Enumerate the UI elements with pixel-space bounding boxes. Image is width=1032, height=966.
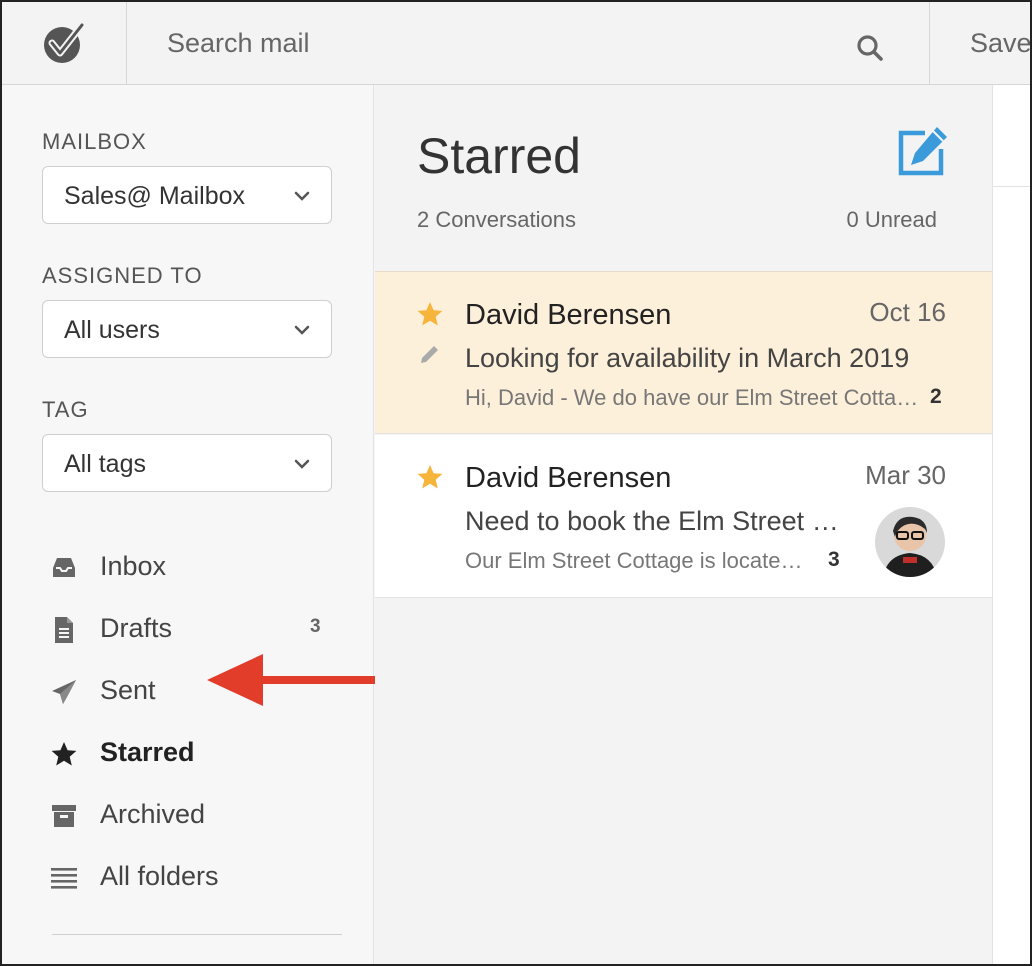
- mailbox-select[interactable]: Sales@ Mailbox: [42, 166, 332, 224]
- sidebar-item-label: Starred: [100, 737, 195, 767]
- assigned-to-label: ASSIGNED TO: [42, 263, 203, 288]
- unread-count: 0 Unread: [846, 207, 937, 232]
- star-icon: [51, 742, 77, 766]
- tag-select[interactable]: All tags: [42, 434, 332, 492]
- divider: [993, 186, 1030, 187]
- assigned-to-select-value: All users: [64, 316, 160, 344]
- sidebar-item-label: Drafts: [100, 613, 173, 643]
- sidebar-item-inbox[interactable]: Inbox: [42, 544, 342, 592]
- sidebar-item-label: All folders: [100, 861, 219, 891]
- archive-box-icon: [52, 805, 76, 827]
- sender-name: David Berensen: [465, 462, 672, 494]
- page-title: Starred: [417, 128, 581, 184]
- reading-pane: [992, 85, 1030, 964]
- assigned-to-select[interactable]: All users: [42, 300, 332, 358]
- conversation-list: Starred 2 Conversations 0 Unread David B…: [375, 85, 992, 964]
- drafts-count-badge: 3: [310, 616, 321, 637]
- star-icon[interactable]: [416, 300, 444, 328]
- chevron-down-icon: [294, 325, 310, 335]
- paper-plane-icon: [52, 680, 76, 704]
- sidebar-item-label: Archived: [100, 799, 206, 829]
- sidebar-item-starred[interactable]: Starred: [42, 730, 342, 778]
- sidebar-item-archived[interactable]: Archived: [42, 792, 342, 840]
- saved-label: Saved: [970, 28, 1032, 58]
- sender-name: David Berensen: [465, 299, 672, 331]
- logo[interactable]: [2, 2, 127, 84]
- message-count: 3: [828, 548, 840, 571]
- sidebar-item-label: Inbox: [100, 551, 167, 581]
- chevron-down-icon: [294, 459, 310, 469]
- app-window: Search mail Saved MAILBOX Sales@ Mailbox…: [0, 0, 1032, 966]
- list-icon: [51, 868, 77, 889]
- sidebar-item-drafts[interactable]: Drafts 3: [42, 606, 342, 654]
- pencil-icon: [421, 346, 438, 363]
- conversation-row[interactable]: David Berensen Mar 30 Need to book the E…: [375, 435, 992, 598]
- document-icon: [55, 617, 73, 643]
- checkmark-logo-icon: [44, 21, 86, 63]
- conversation-date: Oct 16: [869, 297, 946, 327]
- saved-searches[interactable]: Saved: [929, 2, 1032, 84]
- mailbox-select-value: Sales@ Mailbox: [64, 182, 246, 210]
- sidebar: MAILBOX Sales@ Mailbox ASSIGNED TO All u…: [2, 85, 374, 964]
- search-icon: [857, 35, 883, 61]
- tag-label: TAG: [42, 397, 89, 422]
- mailbox-label: MAILBOX: [42, 129, 147, 154]
- tag-select-value: All tags: [64, 450, 146, 478]
- chevron-down-icon: [294, 191, 310, 201]
- conversation-date: Mar 30: [865, 460, 946, 490]
- conversation-row[interactable]: David Berensen Oct 16 Looking for availa…: [375, 271, 992, 434]
- conversation-subject: Need to book the Elm Street Cottage: [465, 506, 841, 536]
- compose-icon: [898, 127, 947, 176]
- conversation-preview: Hi, David - We do have our Elm Street Co…: [465, 385, 919, 410]
- avatar: [875, 507, 945, 577]
- conversation-count: 2 Conversations: [417, 207, 576, 232]
- inbox-icon: [53, 558, 75, 577]
- sidebar-divider: [52, 934, 342, 935]
- search-input[interactable]: Search mail: [167, 28, 310, 59]
- compose-button[interactable]: [897, 125, 949, 177]
- search-button[interactable]: [850, 28, 890, 68]
- message-count: 2: [930, 385, 942, 408]
- star-icon[interactable]: [416, 463, 444, 491]
- sidebar-item-label: Sent: [100, 675, 156, 705]
- conversation-preview: Our Elm Street Cottage is located downto…: [465, 548, 809, 573]
- conversation-subject: Looking for availability in March 2019: [465, 343, 910, 373]
- top-bar: Search mail Saved: [2, 2, 1032, 85]
- sidebar-item-all-folders[interactable]: All folders: [42, 854, 342, 902]
